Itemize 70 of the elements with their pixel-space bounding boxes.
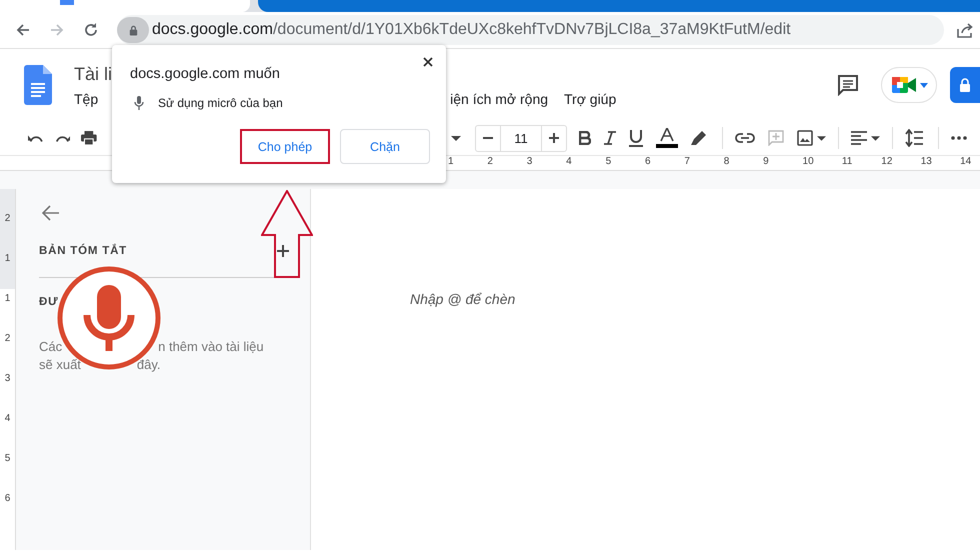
bold-icon[interactable]: [579, 131, 592, 145]
align-left-icon: [851, 131, 868, 145]
italic-icon[interactable]: [604, 131, 616, 145]
ruler-number: 13: [920, 156, 933, 169]
align-button[interactable]: [851, 131, 880, 145]
caret-icon: [871, 136, 880, 140]
lock-icon: [959, 78, 971, 92]
ruler-number: 7: [684, 156, 691, 169]
ruler-number: 8: [724, 156, 730, 169]
text-color-icon[interactable]: [656, 128, 678, 148]
document-title[interactable]: Tài li: [74, 64, 112, 84]
print-icon[interactable]: [81, 130, 98, 146]
caret-icon: [817, 136, 826, 140]
caret-icon: [920, 82, 928, 88]
ruler-number: 1: [448, 156, 455, 169]
video-camera-icon: [890, 75, 916, 95]
link-icon[interactable]: [735, 133, 756, 143]
close-icon[interactable]: [423, 57, 433, 67]
ruler-number: 5: [4, 453, 10, 466]
ruler-number: 2: [4, 333, 10, 346]
ruler-number: 11: [842, 156, 854, 169]
outline-section-heading: ĐƯ: [39, 296, 60, 308]
share-icon[interactable]: [956, 21, 974, 39]
outline-hint-text: Các: [39, 339, 62, 354]
meet-button[interactable]: [881, 67, 937, 103]
popup-title: docs.google.com muốn: [130, 66, 281, 82]
underline-icon[interactable]: [629, 130, 644, 146]
plus-icon: [549, 133, 560, 143]
outline-hint-text: sẽ xuất: [39, 357, 81, 372]
ruler-number: 6: [4, 493, 10, 506]
permission-text: Sử dụng micrô của bạn: [158, 96, 283, 110]
outline-heading: BẢN TÓM TẮT: [39, 245, 128, 257]
ruler-number: 3: [4, 373, 10, 386]
block-button[interactable]: Chặn: [340, 129, 430, 164]
share-button[interactable]: [950, 67, 980, 103]
ruler-number: 2: [4, 213, 10, 226]
outline-hint-text: đây.: [136, 357, 161, 372]
highlighter-icon[interactable]: [691, 130, 708, 146]
ruler-number: 9: [763, 156, 770, 169]
browser-tab[interactable]: [0, 0, 250, 12]
ruler-number: 14: [960, 156, 972, 169]
back-arrow-icon[interactable]: [42, 205, 60, 221]
ruler-number: 1: [4, 293, 10, 306]
ruler-number: 10: [802, 156, 815, 169]
ruler-number: 1: [4, 253, 10, 266]
ruler-number: 5: [606, 156, 612, 169]
back-icon[interactable]: [15, 22, 31, 38]
ruler-number: 4: [4, 413, 10, 426]
ruler-number: 6: [644, 156, 652, 169]
ruler-number: 4: [566, 156, 573, 169]
minus-icon: [483, 137, 494, 139]
insert-image-button[interactable]: [797, 130, 826, 146]
document-hint: Nhập @ để chèn: [410, 291, 516, 307]
caret-icon[interactable]: [451, 136, 462, 140]
more-icon[interactable]: [951, 136, 968, 140]
image-icon: [797, 130, 814, 146]
ruler-number: 3: [526, 156, 534, 169]
ruler-number: 2: [487, 156, 494, 169]
allow-button[interactable]: Cho phép: [240, 129, 330, 164]
menu-item[interactable]: iện ích mở rộng: [450, 90, 548, 106]
microphone-icon: [134, 96, 144, 110]
reload-icon[interactable]: [83, 22, 99, 38]
ruler-number: 12: [881, 156, 894, 169]
menu-item[interactable]: Tệp: [74, 90, 98, 106]
comment-icon[interactable]: [837, 74, 859, 96]
line-spacing-icon[interactable]: [905, 129, 924, 147]
menu-item[interactable]: Trợ giúp: [564, 90, 616, 106]
add-icon[interactable]: [277, 245, 289, 257]
outline-hint-text: n thêm vào tài liệu: [158, 339, 264, 354]
lock-icon[interactable]: [117, 17, 149, 43]
